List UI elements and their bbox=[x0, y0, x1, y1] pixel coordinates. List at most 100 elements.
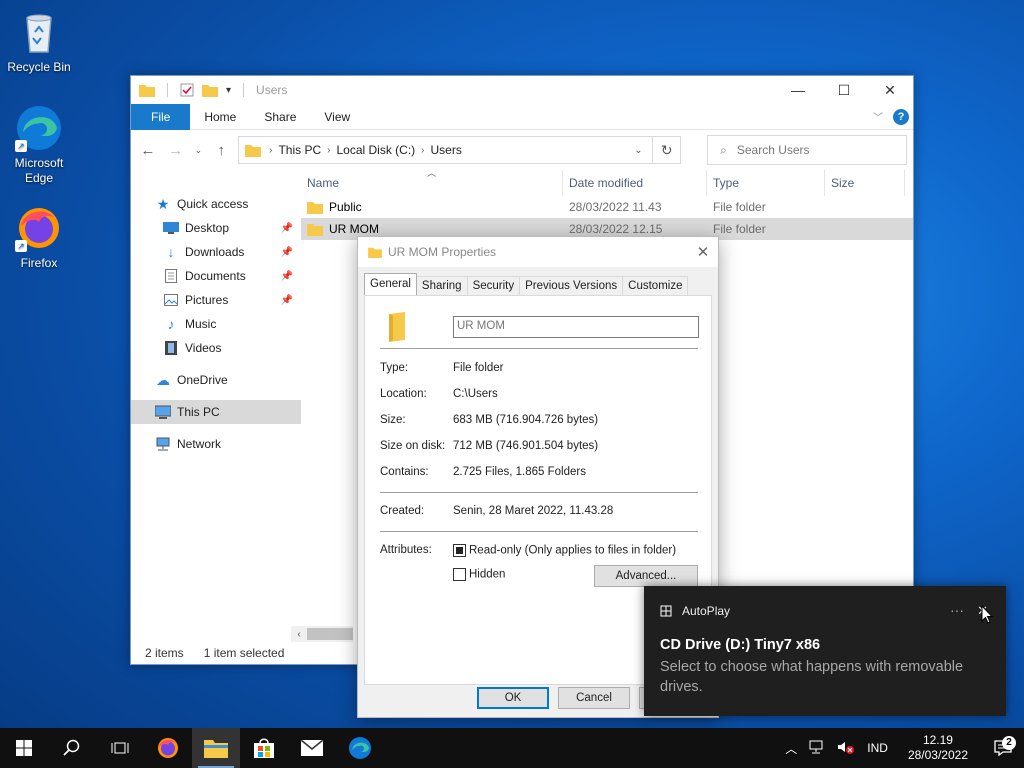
tab-security[interactable]: Security bbox=[466, 276, 521, 295]
sidebar-item-label: Videos bbox=[185, 341, 222, 355]
close-icon[interactable]: ✕ bbox=[688, 243, 718, 261]
properties-icon[interactable] bbox=[180, 83, 194, 97]
action-center-button[interactable]: 2 bbox=[982, 736, 1024, 756]
sidebar-item-label: This PC bbox=[177, 405, 220, 419]
sidebar-item-documents[interactable]: Documents 📌 bbox=[131, 264, 301, 288]
ok-button[interactable]: OK bbox=[477, 687, 549, 709]
sort-ascending-icon: ︿ bbox=[427, 168, 437, 178]
customize-toolbar-icon[interactable]: ▾ bbox=[226, 85, 231, 96]
recent-locations-icon[interactable]: ⌄ bbox=[193, 145, 205, 156]
size-on-disk-row: Size on disk: 712 MB (746.901.504 bytes) bbox=[380, 440, 599, 452]
advanced-button[interactable]: Advanced... bbox=[594, 565, 698, 587]
help-icon[interactable]: ? bbox=[893, 108, 909, 125]
network-icon[interactable] bbox=[803, 740, 831, 757]
taskbar-file-explorer[interactable] bbox=[192, 728, 240, 768]
desktop-icon-recycle-bin[interactable]: Recycle Bin bbox=[4, 8, 74, 75]
sidebar-item-label: Desktop bbox=[185, 221, 230, 235]
search-button[interactable] bbox=[48, 728, 96, 768]
sidebar-item-desktop[interactable]: Desktop 📌 bbox=[131, 216, 301, 240]
column-type[interactable]: Type bbox=[707, 170, 825, 196]
taskbar-mail[interactable] bbox=[288, 728, 336, 768]
start-button[interactable] bbox=[0, 728, 48, 768]
readonly-checkbox[interactable]: Read-only (Only applies to files in fold… bbox=[453, 544, 676, 557]
folder-icon bbox=[389, 312, 405, 342]
sidebar-item-pictures[interactable]: Pictures 📌 bbox=[131, 288, 301, 312]
firefox-icon: ↗ bbox=[15, 204, 63, 252]
taskbar-firefox[interactable] bbox=[144, 728, 192, 768]
breadcrumb-local-disk[interactable]: Local Disk (C:) bbox=[336, 143, 415, 157]
autoplay-icon bbox=[660, 605, 672, 617]
breadcrumb-separator-icon: › bbox=[327, 144, 331, 156]
tab-share[interactable]: Share bbox=[250, 104, 310, 130]
tab-sharing[interactable]: Sharing bbox=[415, 276, 468, 295]
tab-general[interactable]: General bbox=[364, 273, 417, 295]
file-name: UR MOM bbox=[329, 222, 379, 236]
new-folder-icon[interactable] bbox=[202, 83, 218, 97]
tab-file[interactable]: File bbox=[131, 103, 191, 130]
address-bar[interactable]: › This PC › Local Disk (C:) › Users ⌄ bbox=[238, 136, 654, 164]
file-explorer-icon bbox=[204, 740, 228, 758]
table-row[interactable]: Public 28/03/2022 11.43 File folder bbox=[301, 196, 913, 218]
back-arrow-icon[interactable]: ← bbox=[137, 142, 159, 159]
column-size[interactable]: Size bbox=[825, 170, 905, 196]
breadcrumb-this-pc[interactable]: This PC bbox=[278, 143, 321, 157]
search-icon bbox=[63, 739, 80, 756]
desktop-icon-label: Recycle Bin bbox=[7, 60, 71, 74]
sidebar-item-videos[interactable]: Videos bbox=[131, 336, 301, 360]
sidebar-item-downloads[interactable]: ↓ Downloads 📌 bbox=[131, 240, 301, 264]
desktop-icon-label: Microsoft Edge bbox=[14, 156, 64, 185]
input-language[interactable]: IND bbox=[861, 741, 894, 755]
sidebar-item-label: Documents bbox=[185, 269, 246, 283]
show-hidden-icons-icon[interactable]: ︿ bbox=[779, 740, 803, 757]
sidebar-item-label: Music bbox=[185, 317, 217, 331]
clock[interactable]: 12.19 28/03/2022 bbox=[894, 733, 982, 763]
sidebar-item-this-pc[interactable]: This PC bbox=[131, 400, 301, 424]
desktop-icon-edge[interactable]: ↗ Microsoft Edge bbox=[4, 104, 74, 186]
forward-arrow-icon[interactable]: → bbox=[165, 142, 187, 159]
sidebar-item-label: Pictures bbox=[185, 293, 229, 307]
sidebar-item-onedrive[interactable]: ☁ OneDrive bbox=[131, 368, 301, 392]
close-icon[interactable]: ✕ bbox=[867, 76, 913, 104]
file-name: Public bbox=[329, 200, 362, 214]
tab-previous-versions[interactable]: Previous Versions bbox=[519, 276, 624, 295]
sidebar-item-network[interactable]: Network bbox=[131, 432, 301, 456]
address-dropdown-icon[interactable]: ⌄ bbox=[624, 145, 652, 156]
tab-view[interactable]: View bbox=[310, 104, 364, 130]
minimize-icon[interactable]: — bbox=[775, 76, 821, 104]
column-date-modified[interactable]: Date modified bbox=[563, 170, 707, 196]
title-bar: ▾ Users — ☐ ✕ bbox=[131, 76, 913, 104]
computer-icon bbox=[155, 404, 171, 420]
sidebar-item-quick-access[interactable]: ★ Quick access bbox=[131, 192, 301, 216]
maximize-icon[interactable]: ☐ bbox=[821, 76, 867, 104]
tab-customize[interactable]: Customize bbox=[622, 276, 689, 295]
search-icon: ⌕ bbox=[720, 142, 727, 157]
size-row: Size: 683 MB (716.904.726 bytes) bbox=[380, 414, 599, 426]
sidebar-item-music[interactable]: ♪ Music bbox=[131, 312, 301, 336]
more-options-icon[interactable]: ··· bbox=[950, 602, 964, 618]
sidebar-item-label: Downloads bbox=[185, 245, 245, 259]
up-arrow-icon[interactable]: ↑ bbox=[210, 142, 232, 159]
folder-name-input[interactable]: UR MOM bbox=[453, 316, 699, 338]
checkbox-icon bbox=[453, 568, 466, 581]
file-type: File folder bbox=[713, 222, 766, 236]
volume-muted-icon[interactable] bbox=[831, 740, 861, 757]
recycle-bin-icon bbox=[15, 8, 63, 56]
selection-count: 1 item selected bbox=[203, 646, 285, 660]
cancel-button[interactable]: Cancel bbox=[558, 687, 630, 709]
search-placeholder: Search Users bbox=[736, 143, 810, 157]
tab-home[interactable]: Home bbox=[190, 104, 250, 130]
breadcrumb-users[interactable]: Users bbox=[431, 143, 462, 157]
edge-icon: ↗ bbox=[15, 104, 63, 152]
windows-logo-icon bbox=[16, 740, 32, 756]
refresh-icon[interactable]: ↻ bbox=[653, 136, 682, 164]
desktop-icon-firefox[interactable]: ↗ Firefox bbox=[4, 204, 74, 271]
search-input[interactable]: ⌕ Search Users bbox=[707, 135, 907, 165]
system-tray: ︿ IND 12.19 28/03/2022 2 bbox=[779, 728, 1024, 768]
autoplay-notification[interactable]: AutoPlay ··· ✕ CD Drive (D:) Tiny7 x86 S… bbox=[644, 586, 1006, 716]
taskbar-edge[interactable] bbox=[336, 728, 384, 768]
file-date: 28/03/2022 11.43 bbox=[569, 200, 662, 214]
task-view-button[interactable] bbox=[96, 728, 144, 768]
taskbar-microsoft-store[interactable] bbox=[240, 728, 288, 768]
expand-ribbon-icon[interactable]: ﹀ bbox=[873, 109, 883, 124]
hidden-checkbox[interactable]: Hidden bbox=[453, 568, 505, 581]
